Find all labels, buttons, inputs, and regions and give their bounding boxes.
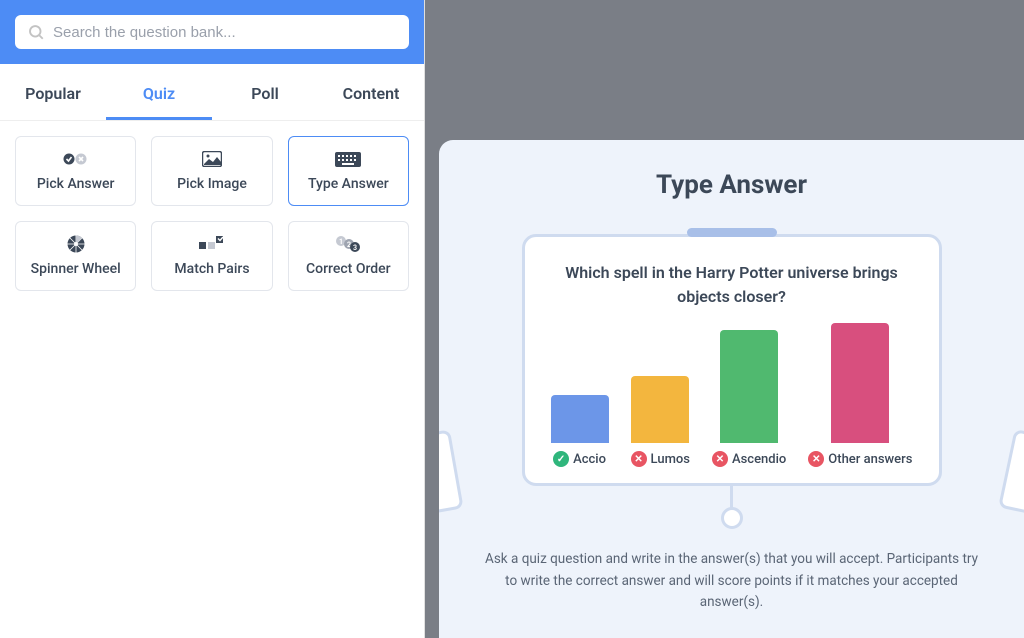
tablet-decoration xyxy=(998,429,1024,515)
search-icon xyxy=(27,23,45,41)
image-icon xyxy=(202,150,222,168)
card-pick-image[interactable]: Pick Image xyxy=(151,136,272,206)
bar-column: ✕ Other answers xyxy=(808,323,912,467)
bar-label: ✕ Lumos xyxy=(631,451,690,467)
svg-text:3: 3 xyxy=(353,244,357,252)
card-label: Correct Order xyxy=(306,261,391,277)
tablet-decoration xyxy=(439,429,464,514)
bar-label-text: Accio xyxy=(573,452,606,467)
bar-label: ✓ Accio xyxy=(553,451,606,467)
projector-screen: Which spell in the Harry Potter universe… xyxy=(522,234,942,486)
bar-column: ✕ Ascendio xyxy=(712,330,786,467)
right-panel: Type Answer Which spell in the Harry Pot… xyxy=(425,0,1024,638)
check-x-icon xyxy=(63,150,89,168)
card-correct-order[interactable]: 123 Correct Order xyxy=(288,221,409,291)
svg-text:1: 1 xyxy=(339,238,343,246)
bar-label-text: Other answers xyxy=(828,452,912,467)
check-circle-icon: ✓ xyxy=(553,451,569,467)
card-label: Type Answer xyxy=(308,176,389,192)
bar-column: ✓ Accio xyxy=(551,395,609,467)
left-panel: PopularQuizPollContent Pick Answer Pick I… xyxy=(0,0,425,638)
card-match-pairs[interactable]: Match Pairs xyxy=(151,221,272,291)
projector-base xyxy=(721,507,743,529)
bar-label-text: Lumos xyxy=(651,452,690,467)
card-label: Spinner Wheel xyxy=(31,261,121,277)
projector: Which spell in the Harry Potter universe… xyxy=(522,228,942,529)
card-label: Pick Image xyxy=(177,176,247,192)
preview-question: Which spell in the Harry Potter universe… xyxy=(545,261,919,309)
search-bar-wrap xyxy=(0,0,424,64)
bar-column: ✕ Lumos xyxy=(631,376,690,467)
tab-poll[interactable]: Poll xyxy=(212,64,318,120)
preview-card: Type Answer Which spell in the Harry Pot… xyxy=(439,140,1024,638)
bar-label: ✕ Other answers xyxy=(808,451,912,467)
search-input[interactable] xyxy=(53,24,397,41)
tab-popular[interactable]: Popular xyxy=(0,64,106,120)
projector-top-handle xyxy=(687,228,777,237)
tab-quiz[interactable]: Quiz xyxy=(106,64,212,120)
x-circle-icon: ✕ xyxy=(712,451,728,467)
card-spinner-wheel[interactable]: Spinner Wheel xyxy=(15,221,136,291)
projector-stem xyxy=(730,486,733,508)
bar xyxy=(831,323,889,443)
tab-content[interactable]: Content xyxy=(318,64,424,120)
bar xyxy=(720,330,778,443)
question-type-grid: Pick Answer Pick Image Type Answer Spinner … xyxy=(0,121,424,306)
answer-chart: ✓ Accio ✕ Lumos ✕ Ascendio ✕ Other answers xyxy=(551,337,913,467)
bar xyxy=(631,376,689,443)
bar-label-text: Ascendio xyxy=(732,452,786,467)
search-bar[interactable] xyxy=(15,15,409,49)
bar-label: ✕ Ascendio xyxy=(712,451,786,467)
card-pick-answer[interactable]: Pick Answer xyxy=(15,136,136,206)
card-label: Match Pairs xyxy=(174,261,249,277)
wheel-icon xyxy=(67,235,85,253)
x-circle-icon: ✕ xyxy=(631,451,647,467)
bar xyxy=(551,395,609,443)
order-icon: 123 xyxy=(336,235,360,253)
keyboard-icon xyxy=(335,150,361,168)
pairs-icon xyxy=(199,235,225,253)
card-label: Pick Answer xyxy=(37,176,115,192)
x-circle-icon: ✕ xyxy=(808,451,824,467)
card-type-answer[interactable]: Type Answer xyxy=(288,136,409,206)
preview-description: Ask a quiz question and write in the ans… xyxy=(482,549,982,614)
preview-title: Type Answer xyxy=(656,170,807,200)
tabs: PopularQuizPollContent xyxy=(0,64,424,121)
